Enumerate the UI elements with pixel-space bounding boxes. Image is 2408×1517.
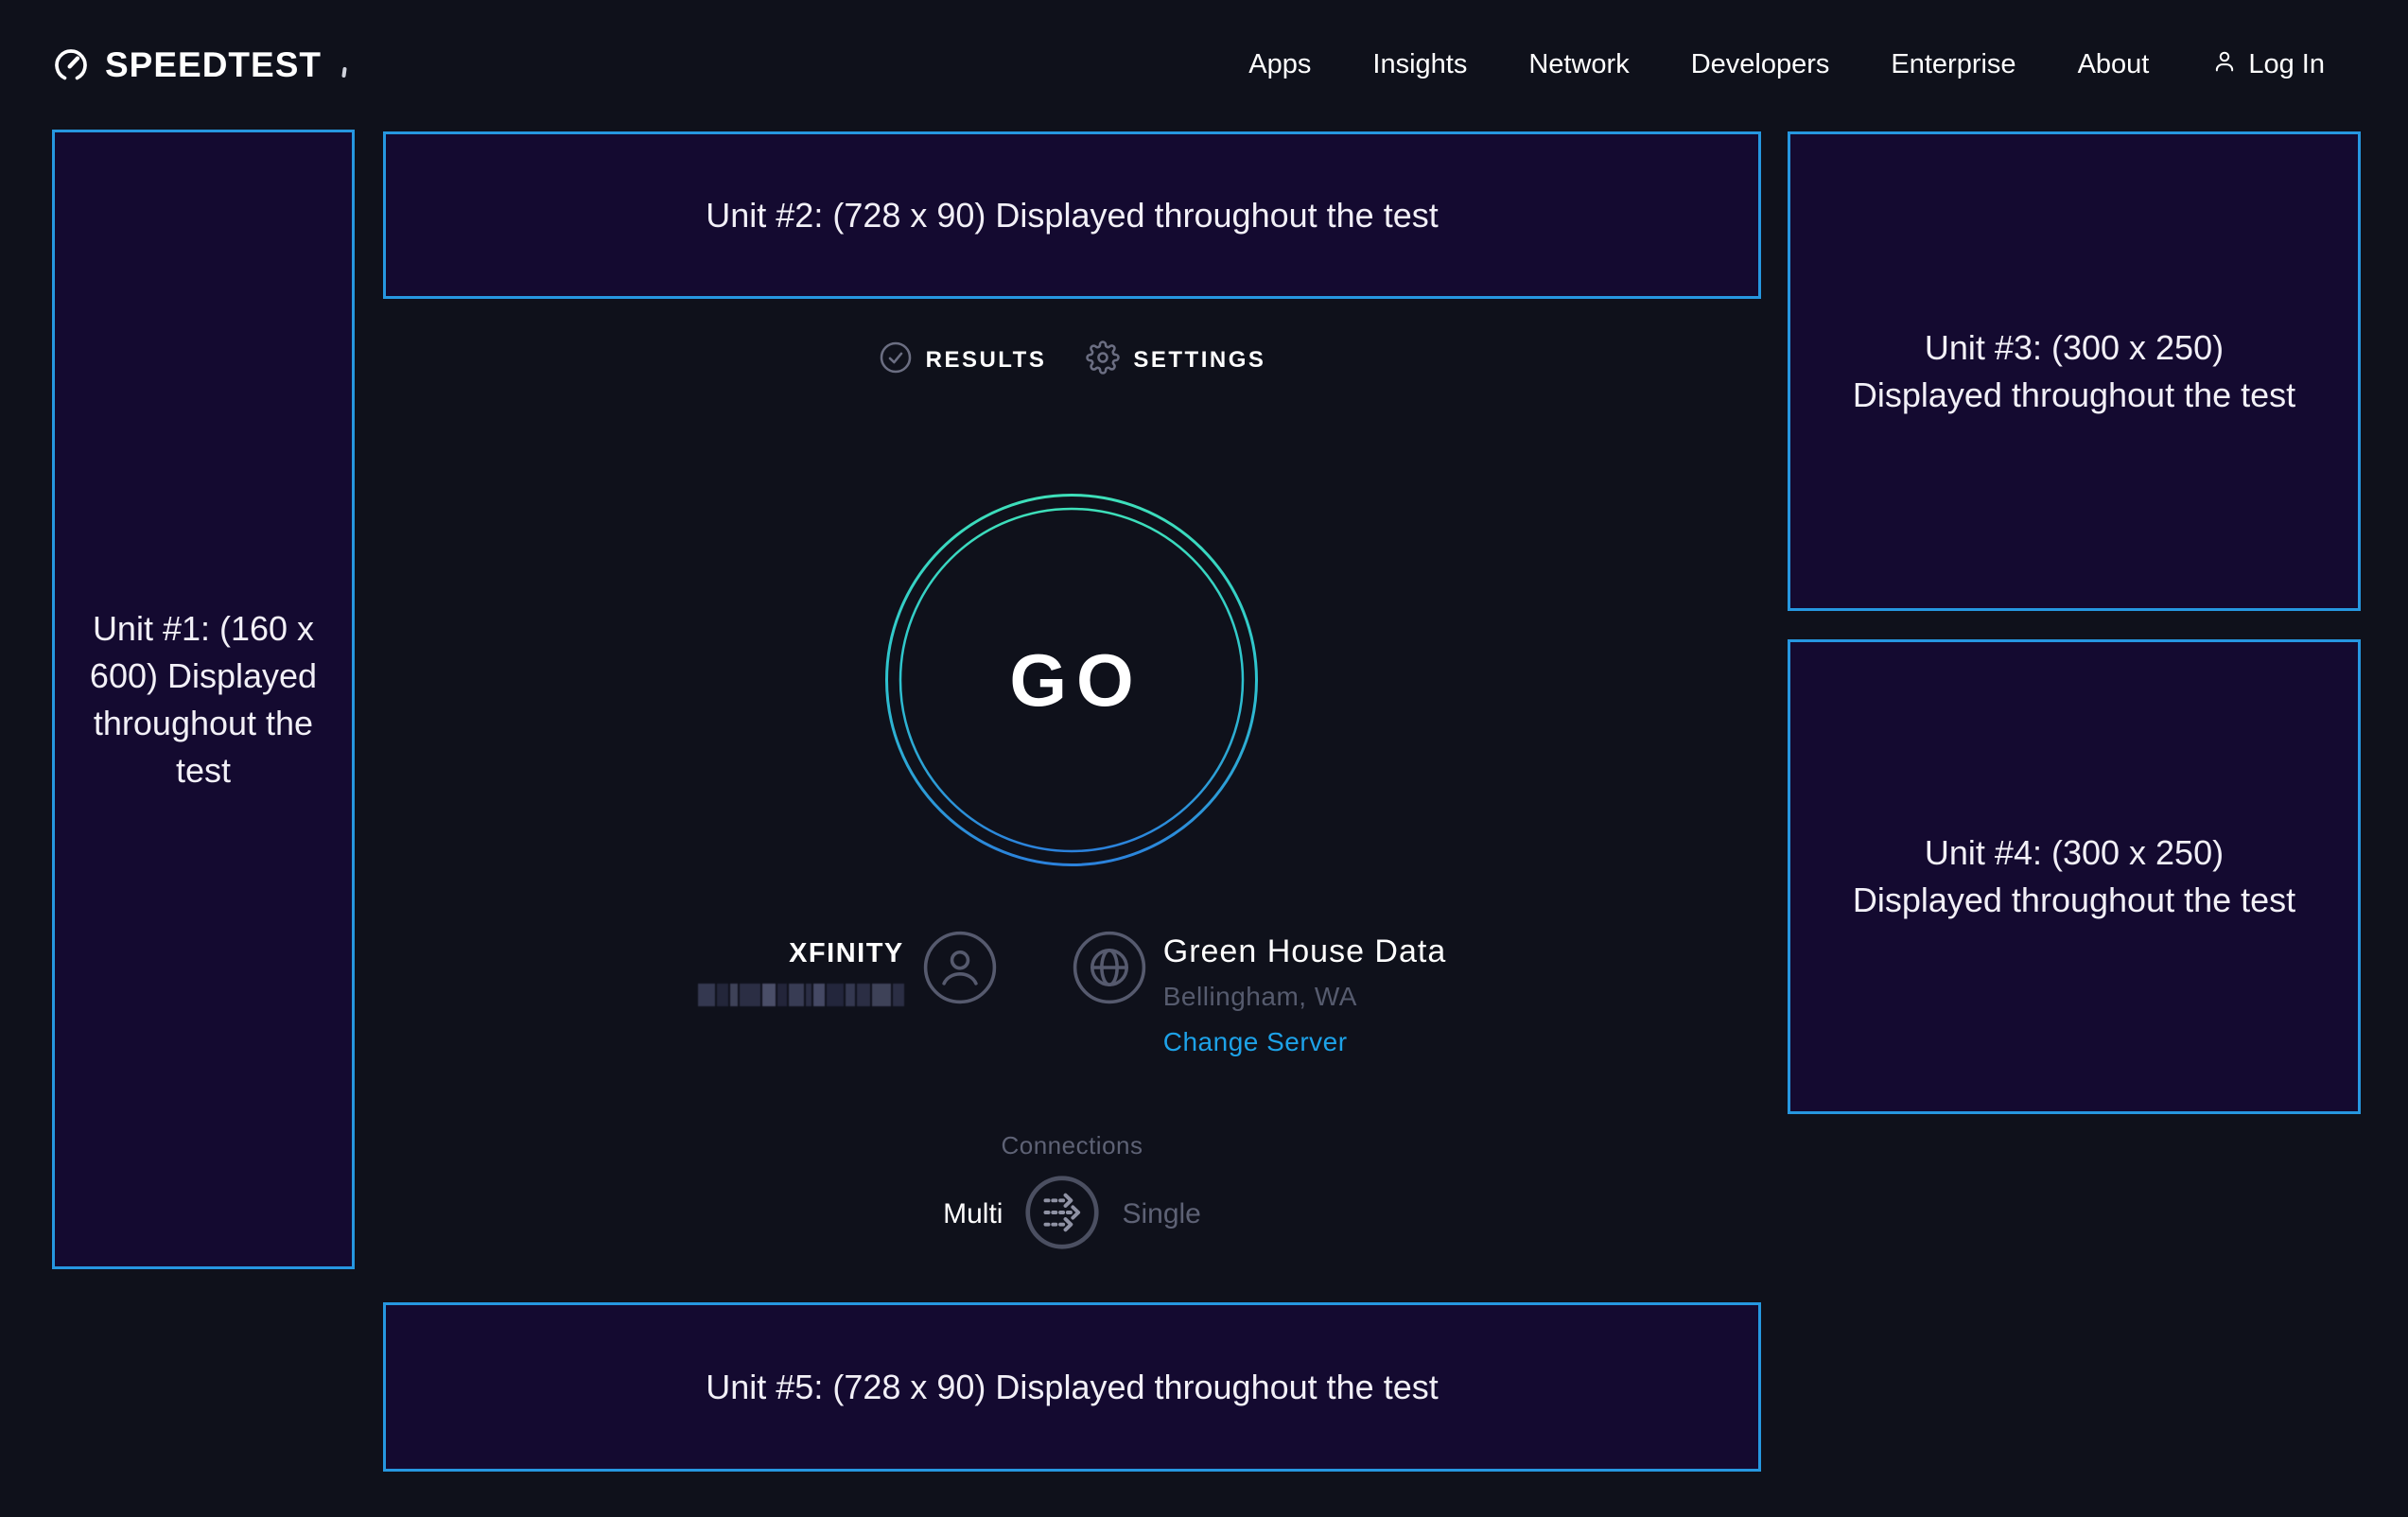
nav-item-network[interactable]: Network (1528, 49, 1629, 80)
multi-connection-icon[interactable] (1025, 1176, 1099, 1254)
nav-item-insights[interactable]: Insights (1372, 49, 1467, 80)
connections-single-option[interactable]: Single (1122, 1198, 1200, 1230)
ad-unit-3[interactable]: Unit #3: (300 x 250) Displayed throughou… (1788, 131, 2361, 611)
provider-info: XFINITY (698, 931, 997, 1011)
server-name: Green House Data (1163, 933, 1447, 970)
ad-unit-5[interactable]: Unit #5: (728 x 90) Displayed throughout… (383, 1302, 1761, 1472)
trademark-mark (341, 66, 346, 77)
go-gauge-rings (884, 493, 1259, 867)
ad-unit-2[interactable]: Unit #2: (728 x 90) Displayed throughout… (383, 131, 1761, 299)
speedtest-logo[interactable]: SPEEDTEST (52, 45, 337, 85)
tab-results[interactable]: RESULTS (879, 340, 1047, 379)
gear-icon (1086, 340, 1120, 379)
provider-ip-redacted (698, 984, 904, 1006)
ad-unit-1[interactable]: Unit #1: (160 x 600) Displayed throughou… (52, 130, 355, 1269)
nav-item-apps[interactable]: Apps (1248, 49, 1311, 80)
go-button[interactable]: GO (884, 493, 1259, 867)
nav-item-developers[interactable]: Developers (1691, 49, 1830, 80)
nav-item-about[interactable]: About (2078, 49, 2150, 80)
user-circle-icon (923, 931, 997, 1009)
ad-unit-4[interactable]: Unit #4: (300 x 250) Displayed throughou… (1788, 639, 2361, 1114)
server-info: Green House Data Bellingham, WA Change S… (1073, 931, 1447, 1057)
connections-multi-option[interactable]: Multi (943, 1198, 1003, 1230)
server-location: Bellingham, WA (1163, 982, 1447, 1012)
connections-toggle: Multi Single (383, 1177, 1761, 1251)
globe-circle-icon (1073, 931, 1146, 1009)
speedometer-gauge-icon (52, 46, 90, 84)
provider-name: XFINITY (698, 936, 904, 970)
user-icon (2210, 47, 2239, 83)
connections-label: Connections (383, 1131, 1761, 1160)
main-nav: Apps Insights Network Developers Enterpr… (1248, 47, 2325, 83)
results-settings-bar: RESULTS SETTINGS (383, 340, 1761, 379)
login-button[interactable]: Log In (2210, 47, 2325, 83)
header: SPEEDTEST Apps Insights Network Develope… (0, 0, 2408, 130)
change-server-link[interactable]: Change Server (1163, 1027, 1447, 1057)
connection-info-row: XFINITY Green House Data Bellingham, W (383, 931, 1761, 1057)
nav-item-enterprise[interactable]: Enterprise (1891, 49, 2015, 80)
check-circle-icon (879, 340, 913, 379)
logo-text: SPEEDTEST (105, 45, 322, 85)
tab-settings[interactable]: SETTINGS (1086, 340, 1265, 379)
